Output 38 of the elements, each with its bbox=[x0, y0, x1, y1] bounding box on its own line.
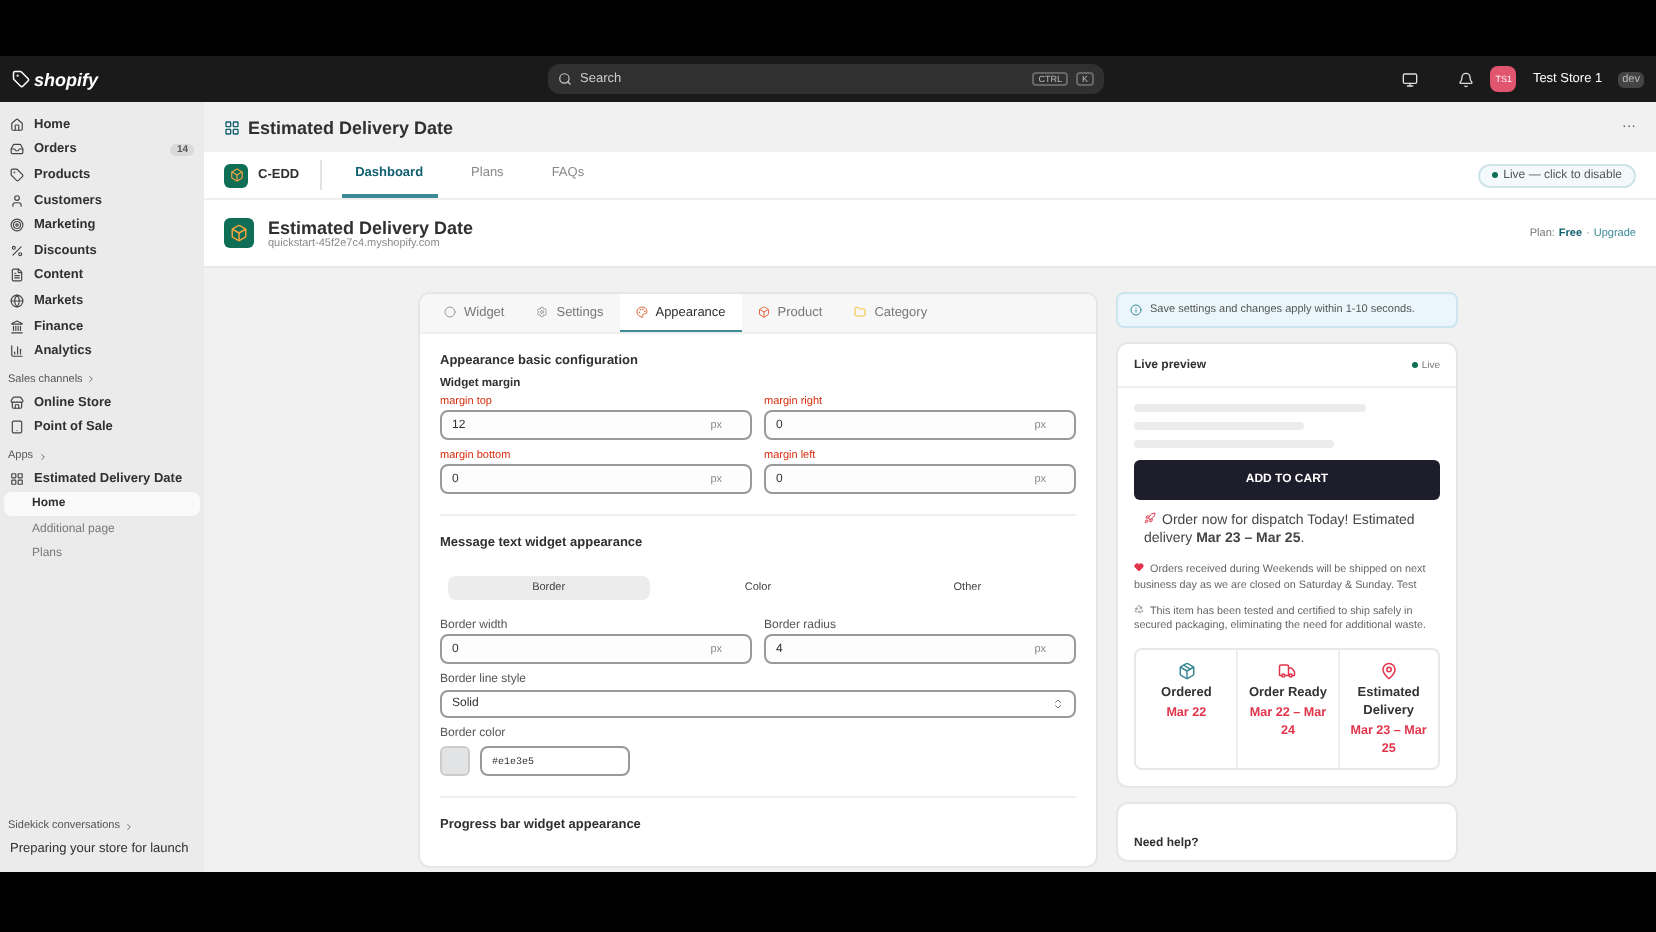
tag-icon bbox=[10, 167, 24, 182]
page-title: Estimated Delivery Date bbox=[248, 117, 454, 137]
box-icon bbox=[757, 306, 770, 318]
shopify-logo[interactable]: shopify bbox=[12, 69, 532, 89]
app-title: Estimated Delivery Date bbox=[268, 217, 474, 237]
folder-icon bbox=[854, 306, 867, 318]
percent-icon bbox=[10, 243, 24, 258]
inbox-icon bbox=[10, 142, 24, 157]
monitor-icon bbox=[1402, 71, 1419, 87]
map-pin-icon bbox=[1379, 662, 1398, 681]
home-icon bbox=[10, 117, 24, 132]
gear-icon bbox=[536, 306, 549, 318]
globe-icon bbox=[10, 293, 24, 308]
info-icon bbox=[1130, 304, 1142, 316]
heart-icon bbox=[1134, 561, 1144, 572]
store-icon bbox=[10, 395, 24, 410]
app-icon bbox=[10, 471, 24, 486]
target-icon bbox=[10, 218, 24, 233]
bank-icon bbox=[10, 319, 24, 334]
circle-icon bbox=[444, 306, 456, 318]
box-icon bbox=[229, 168, 243, 182]
search-icon bbox=[558, 72, 572, 86]
chevron-icon bbox=[86, 374, 97, 385]
box-icon bbox=[230, 224, 248, 242]
recycle-icon bbox=[1134, 603, 1144, 614]
tablet-icon bbox=[10, 420, 24, 435]
person-icon bbox=[10, 193, 24, 208]
color-swatch[interactable] bbox=[440, 746, 470, 776]
document-icon bbox=[10, 268, 24, 283]
package-icon bbox=[1177, 662, 1196, 681]
chevron-icon bbox=[37, 451, 48, 462]
chart-icon bbox=[10, 344, 24, 359]
palette-icon bbox=[635, 306, 648, 318]
bell-icon bbox=[1458, 71, 1475, 87]
rocket-icon bbox=[1144, 512, 1156, 524]
app-icon bbox=[224, 119, 240, 135]
chevron-icon bbox=[123, 821, 134, 832]
truck-icon bbox=[1278, 662, 1297, 681]
